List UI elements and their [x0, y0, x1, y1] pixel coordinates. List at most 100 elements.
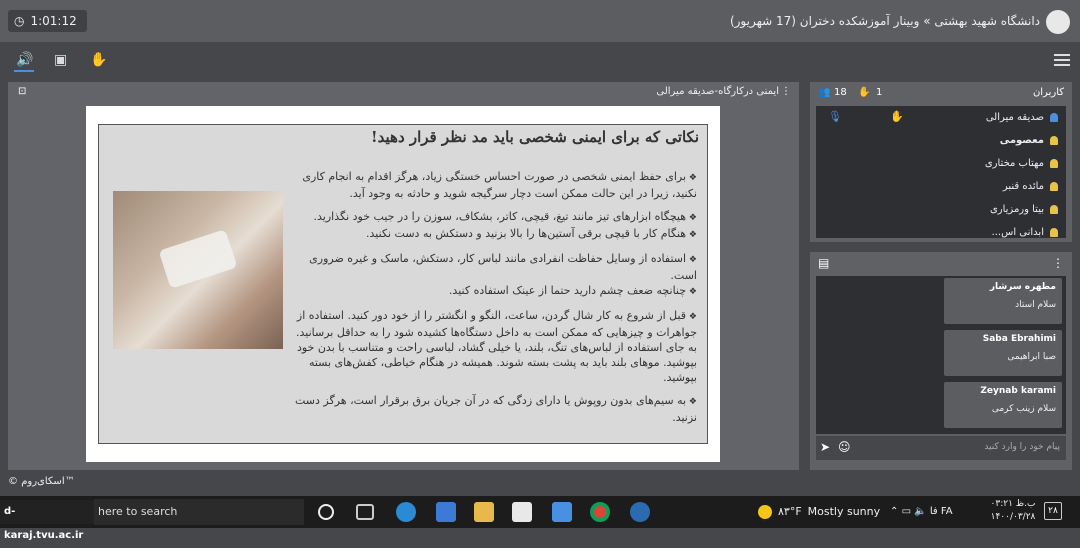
slide-heading: نکاتی که برای ایمنی شخصی باید مد نظر قرا…	[371, 128, 699, 146]
presentation-icon[interactable]: ▣	[54, 52, 67, 68]
user-name: مائده قنبر	[1002, 181, 1044, 192]
user-row[interactable]: مهتاب مختاری	[985, 152, 1058, 175]
user-name: معصومی	[999, 135, 1044, 146]
slide-bullet: چنانچه ضعف چشم دارید حتما از عینک استفاد…	[287, 283, 697, 300]
slide-bullet: هیچگاه ابزارهای تیز مانند تیغ، قیچی، کات…	[287, 209, 697, 226]
clock-icon: ◷	[14, 14, 25, 28]
users-count: 18	[834, 87, 847, 98]
app-icon[interactable]	[552, 502, 572, 522]
user-icon	[1050, 228, 1058, 237]
chat-messages[interactable]: مطهره سرشار سلام استاد Saba Ebrahimi صبا…	[816, 276, 1066, 434]
slide: نکاتی که برای ایمنی شخصی باید مد نظر قرا…	[86, 106, 720, 462]
user-icon	[1050, 136, 1058, 145]
user-name: صدیقه میرالی	[985, 112, 1044, 123]
document-panel: ⊡ ایمنی درکارگاه-صدیقه میرالی ⋮ نکاتی که…	[8, 82, 799, 470]
slide-frame: نکاتی که برای ایمنی شخصی باید مد نظر قرا…	[98, 124, 708, 444]
user-icon	[1050, 113, 1058, 122]
chat-input[interactable]: پیام خود را وارد کنید	[984, 442, 1060, 452]
send-icon[interactable]: ➤	[820, 440, 830, 454]
user-row[interactable]: صدیقه میرالی	[986, 106, 1058, 129]
raised-hand-icon: ✋	[890, 110, 904, 123]
slide-bullet: استفاده از وسایل حفاظت انفرادی مانند لبا…	[287, 251, 697, 283]
site-logo: d-karaj.tvu.ac.ir	[0, 500, 94, 541]
sun-icon	[758, 505, 772, 519]
users-group-icon: 👥	[818, 87, 831, 98]
raise-hand-icon[interactable]: ✋	[90, 52, 107, 68]
message-sender: Saba Ebrahimi	[982, 334, 1056, 344]
store-icon[interactable]	[436, 502, 456, 522]
user-name: بیتا ورمزیاری	[989, 204, 1044, 215]
temperature: ۸۳°F	[778, 505, 802, 518]
speaker-active-indicator	[14, 70, 34, 72]
bandage-shape	[158, 229, 238, 289]
user-row[interactable]: معصومی	[1000, 129, 1058, 152]
user-avatar-icon[interactable]	[1046, 10, 1070, 34]
taskbar-clock[interactable]: ب.ظ ۰۳:۲۱ ۱۴۰۰/۰۳/۲۸	[986, 498, 1040, 524]
message-sender: Zeynab karami	[980, 386, 1056, 396]
language-indicator[interactable]: FA	[941, 506, 953, 517]
user-list[interactable]: صدیقه میرالی 🎙 ✋ معصومی مهتاب مختاری مائ…	[816, 106, 1066, 238]
network-icon[interactable]: ▭	[902, 506, 911, 517]
mail-icon[interactable]	[512, 502, 532, 522]
users-panel: 👥 18 ✋ 1 کاربران صدیقه میرالی 🎙 ✋ معصومی…	[810, 82, 1072, 242]
bandaged-hand-image	[113, 191, 283, 349]
cortana-icon[interactable]	[318, 504, 334, 520]
user-row[interactable]: بیتا ورمزیاری	[990, 198, 1058, 221]
users-header: 👥 18 ✋ 1 کاربران	[810, 82, 1072, 104]
chat-options-icon[interactable]: ⋮	[1052, 256, 1064, 270]
notification-icon[interactable]: ۲۸	[1044, 502, 1062, 520]
slide-bullet: قبل از شروع به کار شال گردن، ساعت، النگو…	[287, 308, 697, 385]
clock-time: ب.ظ ۰۳:۲۱	[990, 499, 1036, 509]
edge-icon[interactable]	[396, 502, 416, 522]
speaker-icon[interactable]: 🔊	[16, 52, 33, 68]
hand-count-icon: ✋	[858, 87, 871, 98]
chat-message: Saba Ebrahimi صبا ابراهیمی	[944, 330, 1062, 376]
slide-bullet: هنگام کار با قیچی برقی آستین‌ها را بالا …	[287, 226, 697, 243]
chat-input-row: ➤ ☺ پیام خود را وارد کنید	[816, 436, 1066, 460]
user-row[interactable]: ابدانی اس...	[992, 221, 1058, 238]
weather-widget[interactable]: ۸۳°F Mostly sunny	[758, 500, 880, 524]
user-row[interactable]: مائده قنبر	[1003, 175, 1058, 198]
user-name: مهتاب مختاری	[984, 158, 1044, 169]
message-text: سلام زینب کرمی	[991, 404, 1056, 414]
chevron-up-icon[interactable]: ⌃	[890, 506, 898, 517]
chat-panel: ▤ ⋮ مطهره سرشار سلام استاد Saba Ebrahimi…	[810, 252, 1072, 470]
toolbar	[0, 42, 1080, 80]
microphone-icon: 🎙	[828, 110, 842, 123]
user-icon	[1050, 182, 1058, 191]
slide-bullet: برای حفظ ایمنی شخصی در صورت احساس خستگی …	[287, 169, 697, 201]
more-options-icon[interactable]: ⋮	[781, 82, 791, 102]
skyroom-app-icon[interactable]	[630, 502, 650, 522]
user-icon	[1050, 159, 1058, 168]
clock-date: ۱۴۰۰/۰۳/۲۸	[990, 512, 1036, 522]
slide-bullet: به سیم‌های بدون روپوش یا دارای زدگی که د…	[287, 393, 697, 425]
chat-message: Zeynab karami سلام زینب کرمی	[944, 382, 1062, 428]
user-icon	[1050, 205, 1058, 214]
input-method[interactable]: فا	[930, 506, 938, 517]
emoji-icon[interactable]: ☺	[838, 440, 851, 454]
message-sender: مطهره سرشار	[989, 282, 1056, 292]
user-name: ابدانی اس...	[991, 227, 1044, 238]
chat-icon: ▤	[818, 256, 830, 270]
message-text: صبا ابراهیمی	[1007, 352, 1056, 362]
file-explorer-icon[interactable]	[474, 502, 494, 522]
task-view-icon[interactable]	[356, 504, 374, 520]
chrome-icon[interactable]	[590, 502, 610, 522]
taskbar-search[interactable]: here to search	[94, 499, 304, 525]
room-title: دانشگاه شهید بهشتی » وبینار آموزشکده دخت…	[729, 14, 1040, 28]
timer-text: 1:01:12	[30, 14, 77, 28]
users-title: کاربران	[1032, 87, 1064, 98]
windows-taskbar: d-karaj.tvu.ac.ir here to search ۸۳°F Mo…	[0, 496, 1080, 541]
fullscreen-icon[interactable]: ⊡	[18, 82, 26, 102]
chat-message: مطهره سرشار سلام استاد	[944, 278, 1062, 324]
slide-text: برای حفظ ایمنی شخصی در صورت احساس خستگی …	[287, 169, 697, 425]
menu-icon[interactable]	[1054, 54, 1070, 66]
weather-text: Mostly sunny	[807, 505, 881, 518]
document-header: ⊡ ایمنی درکارگاه-صدیقه میرالی ⋮	[8, 82, 799, 102]
raised-hands-count: 1	[876, 87, 883, 98]
system-tray: ⌃ ▭ 🔈 فا FA	[890, 500, 953, 524]
top-bar: ◷ 1:01:12 دانشگاه شهید بهشتی » وبینار آم…	[0, 0, 1080, 42]
session-timer: ◷ 1:01:12	[8, 10, 87, 32]
skyroom-brand: © اسکای‌روم™	[8, 476, 75, 487]
volume-icon[interactable]: 🔈	[914, 506, 926, 517]
